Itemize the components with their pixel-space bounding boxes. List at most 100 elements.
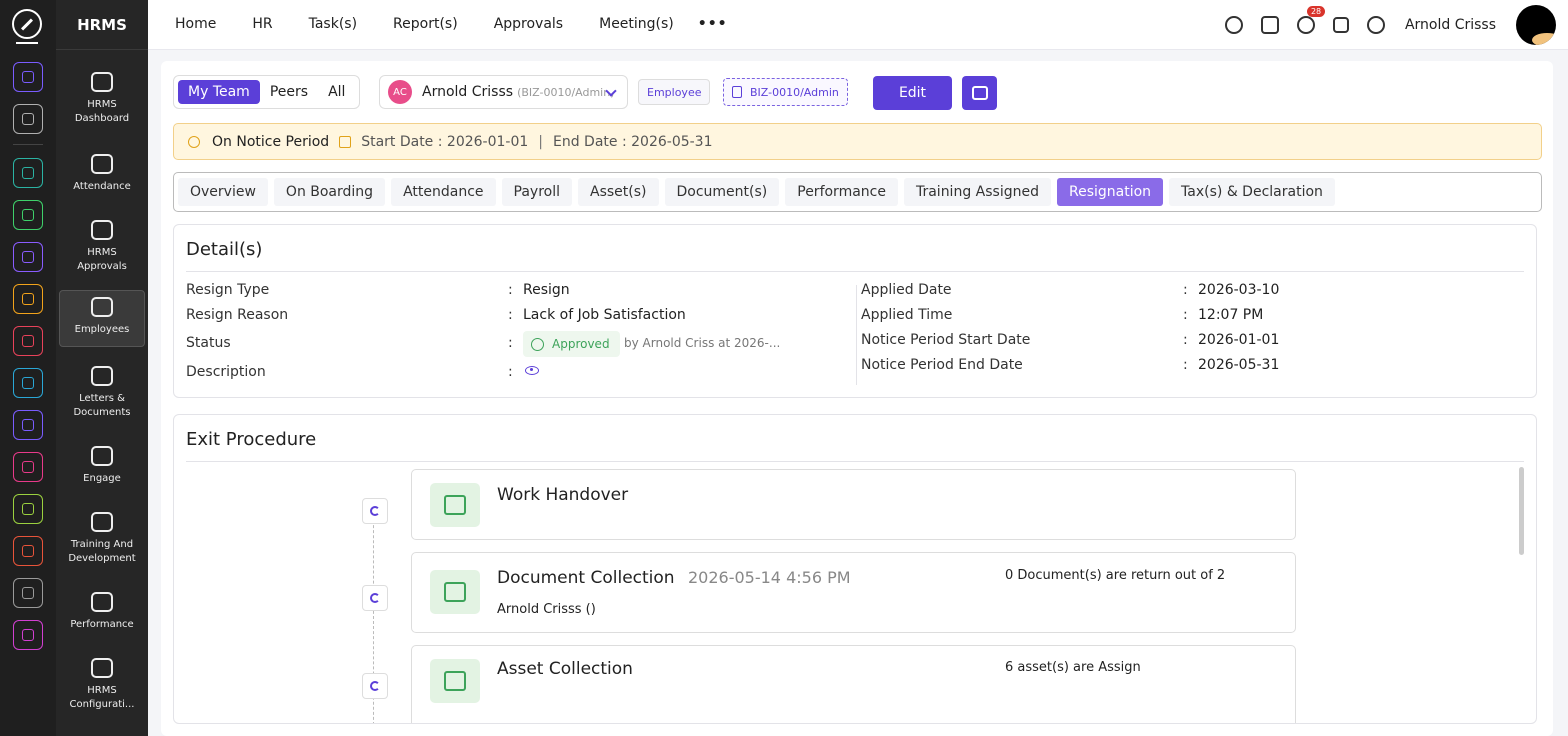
rail-plane-icon[interactable] [13, 410, 43, 440]
sidebar-item-letters-documents[interactable]: Letters & Documents [59, 360, 145, 420]
employee-select[interactable]: AC Arnold Crisss (BIZ-0010/Admin) [379, 75, 628, 109]
menu-hr[interactable]: HR [252, 16, 272, 32]
sidebar-item-attendance[interactable]: Attendance [59, 148, 145, 194]
tab-assets[interactable]: Asset(s) [578, 178, 659, 206]
step-info: 6 asset(s) are Assign [1005, 660, 1141, 675]
menu-meetings[interactable]: Meeting(s) [599, 16, 674, 32]
detail-label: Resign Reason [186, 307, 289, 323]
notice-period-banner: On Notice Period Start Date : 2026-01-01… [173, 123, 1542, 160]
employee-id-chip[interactable]: BIZ-0010/Admin [723, 78, 848, 106]
main-content: My Team Peers All AC Arnold Crisss (BIZ-… [161, 61, 1553, 736]
scope-my-team[interactable]: My Team [178, 80, 260, 104]
divider [186, 461, 1524, 462]
user-check-icon [91, 220, 113, 240]
scope-peers[interactable]: Peers [260, 80, 318, 104]
tab-performance[interactable]: Performance [785, 178, 898, 206]
step-document-collection[interactable]: Document Collection 2026-05-14 4:56 PM 0… [411, 552, 1296, 633]
rail-house-icon[interactable] [13, 578, 43, 608]
rail-monitor-icon[interactable] [13, 452, 43, 482]
step-title: Document Collection [497, 568, 675, 588]
notice-title: On Notice Period [212, 133, 330, 150]
sidebar-item-engage[interactable]: Engage [59, 440, 145, 486]
compass-logo-icon[interactable] [12, 9, 42, 39]
rail-team-icon[interactable] [13, 158, 43, 188]
sidebar-item-hrms-configuration[interactable]: HRMS Configurati... [59, 652, 145, 712]
eye-icon[interactable] [525, 366, 539, 375]
sidebar-item-hrms-dashboard[interactable]: HRMS Dashboard [59, 66, 145, 126]
calendar-icon[interactable] [1260, 16, 1279, 34]
gear-icon [91, 658, 113, 678]
scrollbar[interactable] [1519, 467, 1524, 555]
sidebar-item-training-development[interactable]: Training And Development [59, 506, 145, 566]
notice-start-value: 2026-01-01 [1198, 332, 1280, 348]
step-title: Work Handover [497, 485, 629, 505]
step-assignee: Arnold Crisss () [497, 602, 596, 617]
sidebar-item-hrms-approvals[interactable]: HRMS Approvals [59, 214, 145, 274]
more-menu-icon[interactable]: ••• [698, 16, 728, 32]
step-work-handover[interactable]: Work Handover [411, 469, 1296, 540]
rail-archive-icon[interactable] [13, 368, 43, 398]
employee-tabs: Overview On Boarding Attendance Payroll … [173, 172, 1542, 212]
avatar[interactable] [1516, 5, 1556, 45]
scope-all[interactable]: All [318, 80, 355, 104]
status-approved-by: by Arnold Criss at 2026-... [624, 336, 781, 350]
username[interactable]: Arnold Crisss [1405, 17, 1496, 33]
sidebar-item-label: Training And Development [68, 539, 136, 564]
notification-badge: 28 [1306, 6, 1326, 17]
rail-document-icon[interactable] [13, 494, 43, 524]
tab-training-assigned[interactable]: Training Assigned [903, 178, 1051, 206]
bell-icon[interactable]: 28 [1296, 6, 1326, 34]
apps-grid-icon[interactable] [1332, 17, 1349, 33]
sidebar-item-employees[interactable]: Employees [59, 290, 145, 347]
tab-payroll[interactable]: Payroll [501, 178, 572, 206]
detail-colon: : [508, 364, 513, 380]
employee-name: Arnold Crisss [422, 84, 514, 100]
search-icon[interactable] [1224, 16, 1243, 34]
tab-documents[interactable]: Document(s) [664, 178, 780, 206]
inbox-icon [430, 570, 480, 614]
sidebar-item-label: Performance [70, 619, 134, 630]
menu-home[interactable]: Home [175, 16, 216, 32]
tab-on-boarding[interactable]: On Boarding [273, 178, 386, 206]
id-card-button[interactable] [962, 76, 997, 110]
gear-icon[interactable] [1366, 16, 1385, 34]
check-circle-icon [531, 337, 544, 351]
rail-settings-icon[interactable] [13, 620, 43, 650]
tab-resignation[interactable]: Resignation [1056, 178, 1164, 206]
exit-title: Exit Procedure [186, 429, 317, 450]
sidebar-item-label: Employees [74, 324, 130, 335]
sidebar-item-label: HRMS Approvals [77, 247, 127, 272]
step-title: Asset Collection [497, 659, 633, 679]
rail-target-icon[interactable] [13, 326, 43, 356]
rail-pin-icon[interactable] [13, 104, 43, 134]
tab-overview[interactable]: Overview [178, 178, 268, 206]
detail-label: Status [186, 335, 231, 351]
sidebar-item-performance[interactable]: Performance [59, 586, 145, 632]
rail-money-icon[interactable] [13, 284, 43, 314]
tab-attendance[interactable]: Attendance [391, 178, 496, 206]
detail-label: Applied Time [861, 307, 953, 323]
menu-approvals[interactable]: Approvals [494, 16, 563, 32]
rail-home-icon[interactable] [13, 62, 43, 92]
top-header: Home HR Task(s) Report(s) Approvals Meet… [148, 0, 1568, 50]
menu-tasks[interactable]: Task(s) [309, 16, 357, 32]
edit-button[interactable]: Edit [873, 76, 952, 110]
detail-colon: : [508, 335, 513, 351]
menu-reports[interactable]: Report(s) [393, 16, 458, 32]
employee-code: (BIZ-0010/Admin) [517, 85, 615, 99]
scope-toggle: My Team Peers All [173, 75, 361, 109]
sidebar-item-label: Letters & Documents [73, 393, 131, 418]
detail-label: Resign Type [186, 282, 270, 298]
detail-colon: : [1183, 357, 1188, 373]
tab-tax-declaration[interactable]: Tax(s) & Declaration [1169, 178, 1335, 206]
timeline-pending-icon [362, 673, 388, 699]
calendar-icon [339, 135, 352, 148]
rail-briefcase-icon[interactable] [13, 242, 43, 272]
column-divider [856, 285, 857, 385]
rail-hrms-icon[interactable] [13, 200, 43, 230]
step-asset-collection[interactable]: Asset Collection 6 asset(s) are Assign [411, 645, 1296, 723]
detail-label: Applied Date [861, 282, 952, 298]
module-sidebar: HRMS HRMS Dashboard Attendance HRMS Appr… [56, 0, 148, 736]
detail-colon: : [1183, 332, 1188, 348]
rail-award-icon[interactable] [13, 536, 43, 566]
